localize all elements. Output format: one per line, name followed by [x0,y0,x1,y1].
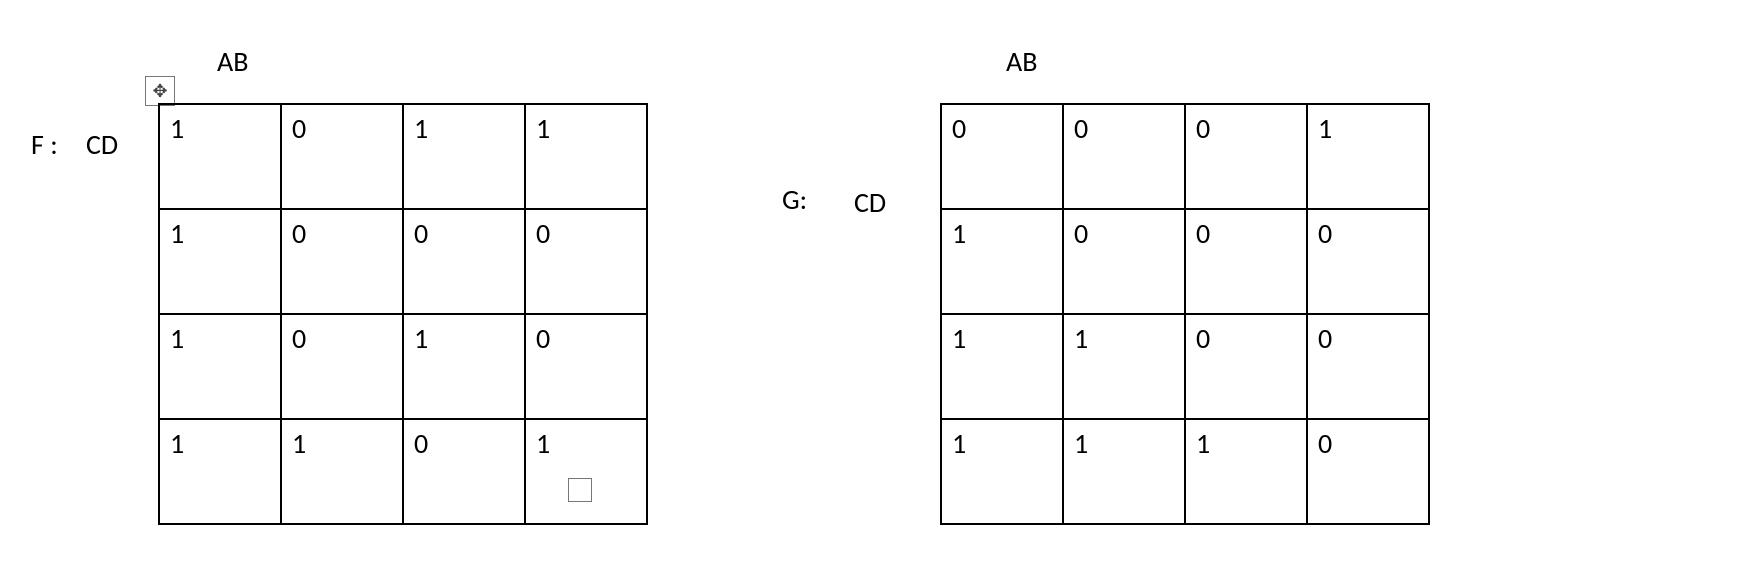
cell-f-1-1: 0 [281,209,403,314]
table-row: 1 1 1 0 [941,419,1429,524]
cell-g-2-0: 1 [941,314,1063,419]
row-header-f: CD [86,130,118,161]
cell-g-3-3: 0 [1307,419,1429,524]
cell-f-2-0: 1 [159,314,281,419]
cell-g-0-0: 0 [941,104,1063,209]
table-row: 1 1 0 0 [941,314,1429,419]
cell-g-2-3: 0 [1307,314,1429,419]
move-handle-icon[interactable]: ✥ [145,76,175,106]
row-header-g: CD [854,188,886,219]
cell-g-2-1: 1 [1063,314,1185,419]
cell-f-3-2: 0 [403,419,525,524]
table-row: 0 0 0 1 [941,104,1429,209]
cell-f-0-3: 1 [525,104,647,209]
function-name-f: F : [31,130,58,161]
col-header-f: AB [217,47,248,78]
cell-f-2-1: 0 [281,314,403,419]
cell-f-3-0: 1 [159,419,281,524]
cell-g-3-1: 1 [1063,419,1185,524]
cell-f-2-2: 1 [403,314,525,419]
cell-g-0-3: 1 [1307,104,1429,209]
cell-f-0-1: 0 [281,104,403,209]
table-row: 1 0 0 0 [159,209,647,314]
cell-g-1-2: 0 [1185,209,1307,314]
page: AB ✥ F : CD 1 0 1 1 1 0 0 0 1 0 1 0 1 1 … [0,0,1745,573]
cell-f-0-2: 1 [403,104,525,209]
table-row: 1 0 0 0 [941,209,1429,314]
cell-f-1-3: 0 [525,209,647,314]
cell-g-1-3: 0 [1307,209,1429,314]
table-row: 1 0 1 0 [159,314,647,419]
cell-g-0-2: 0 [1185,104,1307,209]
cell-f-1-0: 1 [159,209,281,314]
kmap-table-f: 1 0 1 1 1 0 0 0 1 0 1 0 1 1 0 1 [158,103,648,525]
cell-g-3-2: 1 [1185,419,1307,524]
cell-g-3-0: 1 [941,419,1063,524]
cell-g-1-1: 0 [1063,209,1185,314]
table-row: 1 0 1 1 [159,104,647,209]
cell-g-1-0: 1 [941,209,1063,314]
kmap-table-g: 0 0 0 1 1 0 0 0 1 1 0 0 1 1 1 0 [940,103,1430,525]
function-name-g: G: [782,185,807,216]
cell-f-3-3: 1 [525,419,647,524]
cell-f-0-0: 1 [159,104,281,209]
cell-f-3-1: 1 [281,419,403,524]
cell-f-2-3: 0 [525,314,647,419]
col-header-g: AB [1006,47,1037,78]
cell-f-1-2: 0 [403,209,525,314]
cell-g-2-2: 0 [1185,314,1307,419]
resize-handle-icon[interactable] [568,478,592,502]
table-row: 1 1 0 1 [159,419,647,524]
cell-g-0-1: 0 [1063,104,1185,209]
